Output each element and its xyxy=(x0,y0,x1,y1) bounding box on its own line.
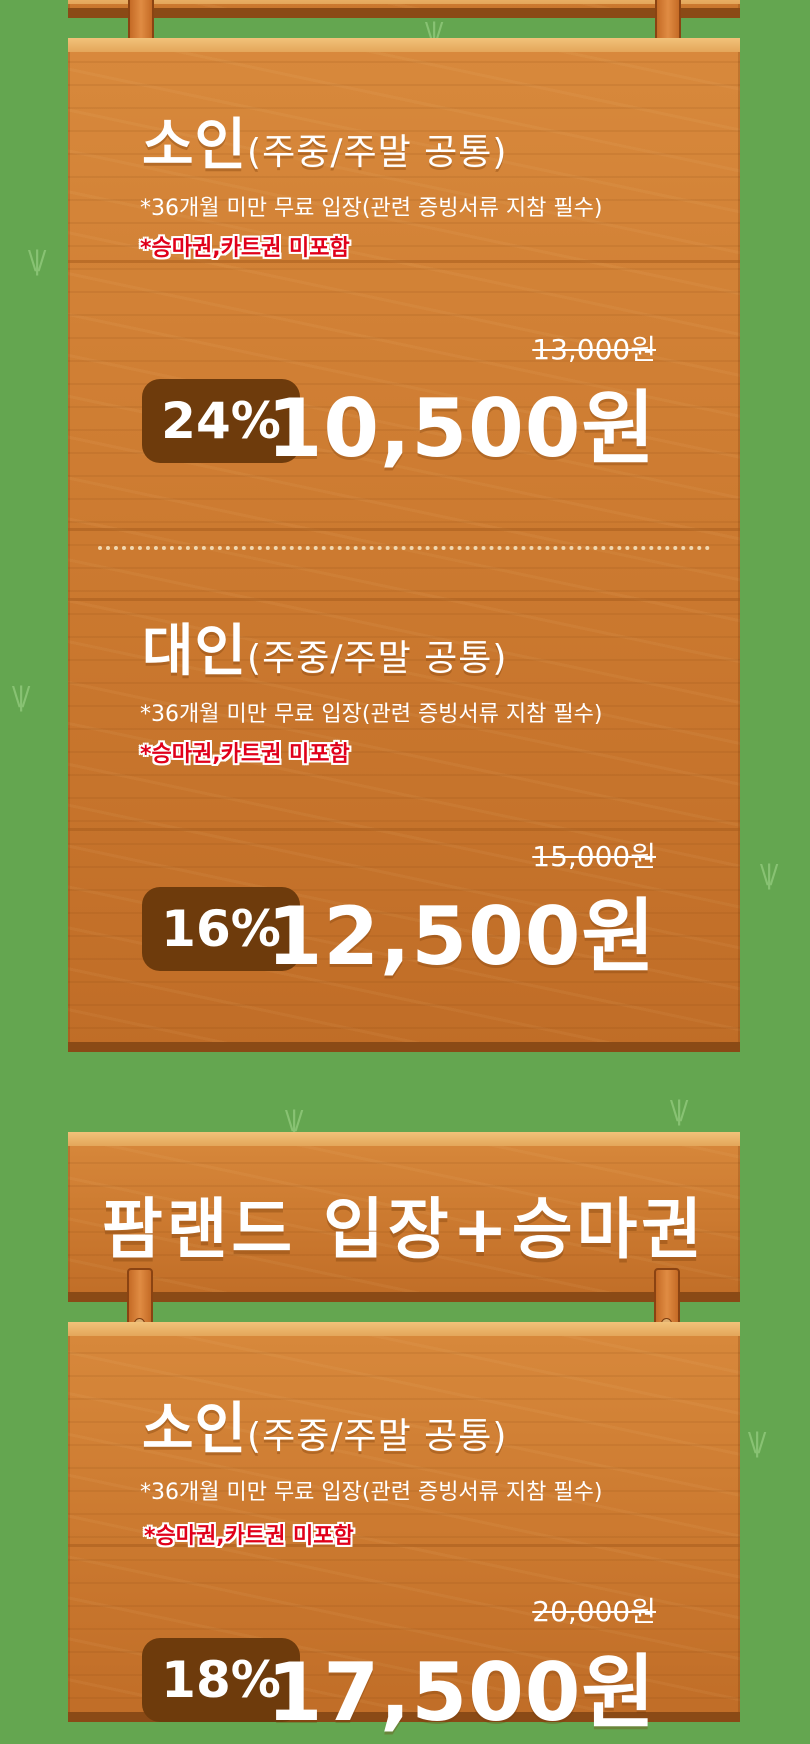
child-ride-ticket-exclusion-note: *승마권,카트권 미포함 xyxy=(144,1524,354,1549)
section-header-title: 팜랜드 입장+승마권 xyxy=(101,1191,707,1268)
section-header-board: 팜랜드 입장+승마권 xyxy=(68,1132,740,1302)
adult-original-price: 15,000원 xyxy=(532,840,656,873)
price-board-2: 소인(주중/주말 공통) *36개월 미만 무료 입장(관련 증빙서류 지참 필… xyxy=(68,1322,740,1739)
section-divider xyxy=(98,546,710,550)
child-ticket-exclusion-note: *승마권,카트권 미포함 xyxy=(140,236,350,261)
adult-ticket-title: 대인(주중/주말 공통) xyxy=(142,619,508,684)
child-ticket-note: *36개월 미만 무료 입장(관련 증빙서류 지참 필수) xyxy=(140,196,603,221)
child-ride-original-price: 20,000원 xyxy=(532,1595,656,1628)
child-ride-ticket-note: *36개월 미만 무료 입장(관련 증빙서류 지참 필수) xyxy=(140,1480,603,1505)
child-original-price: 13,000원 xyxy=(532,333,656,366)
child-ride-sale-price: 17,500원 xyxy=(266,1646,656,1739)
adult-sale-price: 12,500원 xyxy=(266,890,656,983)
adult-ticket-exclusion-note: *승마권,카트권 미포함 xyxy=(140,742,350,767)
child-sale-price: 10,500원 xyxy=(266,382,656,475)
grass-decoration: \|/ xyxy=(670,1096,688,1126)
grass-decoration: \|/ xyxy=(748,1428,766,1458)
price-board-1: 소인(주중/주말 공통) *36개월 미만 무료 입장(관련 증빙서류 지참 필… xyxy=(68,38,740,1052)
child-ride-ticket-title: 소인(주중/주말 공통) xyxy=(142,1397,508,1462)
grass-decoration: \|/ xyxy=(285,1106,303,1136)
grass-decoration: \|/ xyxy=(760,860,778,890)
grass-decoration: \|/ xyxy=(28,246,46,276)
adult-ticket-note: *36개월 미만 무료 입장(관련 증빙서류 지참 필수) xyxy=(140,702,603,727)
child-ticket-title: 소인(주중/주말 공통) xyxy=(142,113,508,178)
top-board-edge xyxy=(68,0,740,18)
grass-decoration: \|/ xyxy=(12,682,30,712)
